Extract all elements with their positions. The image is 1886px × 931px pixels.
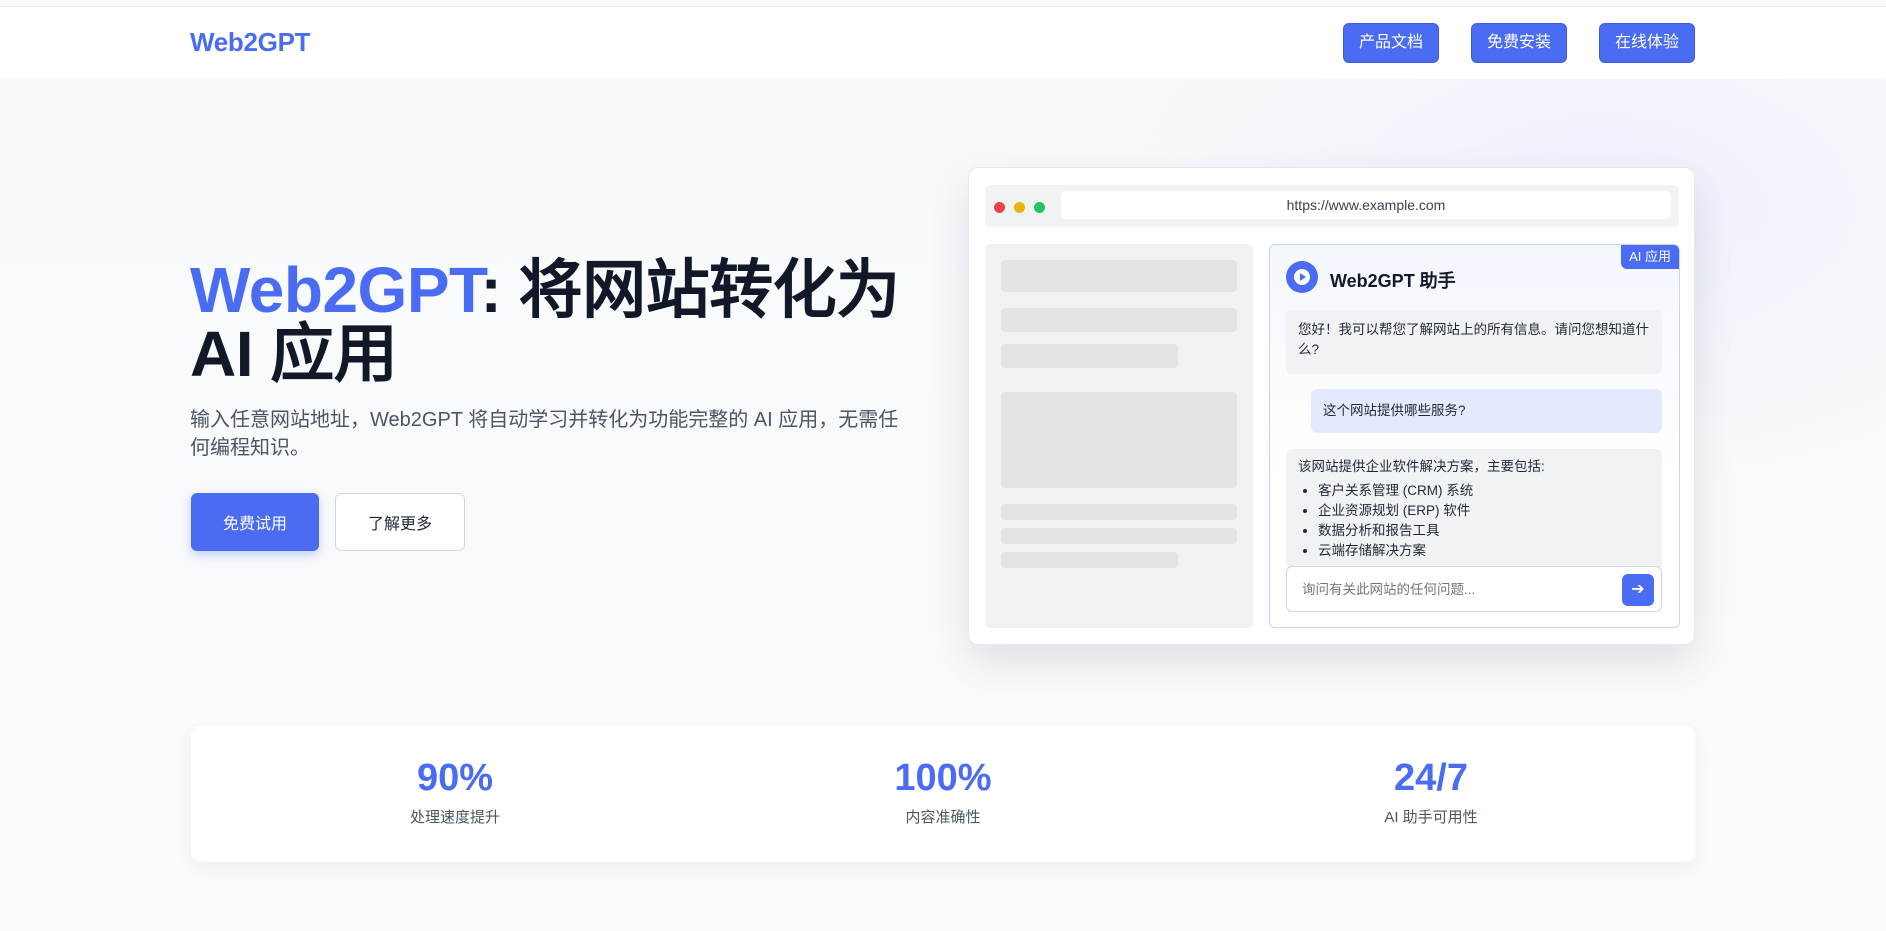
top-navbar: Web2GPT 产品文档 免费安装 在线体验: [0, 7, 1886, 79]
stat-value: 90%: [416, 757, 494, 799]
hero-subtitle: 输入任意网站地址，Web2GPT 将自动学习并转化为功能完整的 AI 应用，无需…: [190, 409, 899, 459]
ai-app-badge: AI 应用: [1621, 245, 1679, 269]
docs-button[interactable]: 产品文档: [1343, 23, 1440, 63]
stat-label: 内容准确性: [905, 809, 981, 826]
try-online-button[interactable]: 在线体验: [1599, 23, 1696, 63]
url-field: https://www.example.com: [1061, 191, 1671, 219]
chat-panel: AI 应用 Web2GPT 助手 您好！我可以帮您了解网站上的所有信息。请问您想…: [1269, 244, 1680, 628]
assistant-message: 您好！我可以帮您了解网站上的所有信息。请问您想知道什么?: [1286, 310, 1662, 374]
list-item: 企业资源规划 (ERP) 软件: [1318, 501, 1650, 521]
assistant-avatar-icon: [1286, 261, 1318, 293]
stat-availability: 24/7 AI 助手可用性: [1281, 756, 1581, 827]
stats-card: 90% 处理速度提升 100% 内容准确性 24/7 AI 助手可用性: [191, 726, 1695, 862]
stat-label: AI 助手可用性: [1384, 809, 1478, 826]
logo[interactable]: Web2GPT: [190, 27, 311, 58]
send-button[interactable]: ➔: [1622, 574, 1654, 606]
skeleton-line: [1001, 308, 1237, 332]
close-dot-icon: [994, 202, 1005, 213]
maximize-dot-icon: [1034, 202, 1045, 213]
skeleton-line: [1001, 344, 1178, 368]
chat-input[interactable]: [1288, 568, 1608, 610]
answer-list: 客户关系管理 (CRM) 系统 企业资源规划 (ERP) 软件 数据分析和报告工…: [1298, 481, 1650, 561]
skeleton-image: [1001, 392, 1237, 488]
assistant-answer: 该网站提供企业软件解决方案，主要包括: 客户关系管理 (CRM) 系统 企业资源…: [1286, 449, 1662, 569]
skeleton-block: [1001, 260, 1237, 292]
list-item: 客户关系管理 (CRM) 系统: [1318, 481, 1650, 501]
browser-address-bar: https://www.example.com: [985, 185, 1679, 227]
chat-input-box: ➔: [1286, 566, 1662, 612]
hero-title: Web2GPT: 将网站转化为 AI 应用: [190, 258, 930, 386]
chat-title: Web2GPT 助手: [1330, 271, 1456, 291]
stat-label: 处理速度提升: [409, 809, 500, 826]
learn-more-button[interactable]: 了解更多: [335, 493, 465, 551]
skeleton-line: [1001, 552, 1178, 568]
list-item: 数据分析和报告工具: [1318, 521, 1650, 541]
arrow-right-icon: ➔: [1631, 581, 1645, 598]
stat-value: 100%: [894, 757, 992, 799]
hero-title-accent: Web2GPT: [190, 254, 481, 326]
stat-value: 24/7: [1394, 757, 1468, 799]
skeleton-line: [1001, 504, 1237, 520]
answer-intro: 该网站提供企业软件解决方案，主要包括:: [1298, 459, 1545, 474]
website-skeleton-panel: [985, 244, 1253, 628]
free-trial-button[interactable]: 免费试用: [191, 493, 319, 551]
minimize-dot-icon: [1014, 202, 1025, 213]
browser-mockup: https://www.example.com AI 应用 Web2GPT 助手…: [968, 167, 1695, 645]
skeleton-line: [1001, 528, 1237, 544]
user-message: 这个网站提供哪些服务?: [1311, 389, 1662, 433]
stat-accuracy: 100% 内容准确性: [793, 756, 1093, 827]
list-item: 云端存储解决方案: [1318, 541, 1650, 561]
install-button[interactable]: 免费安装: [1471, 23, 1568, 63]
stat-speed: 90% 处理速度提升: [305, 756, 605, 827]
